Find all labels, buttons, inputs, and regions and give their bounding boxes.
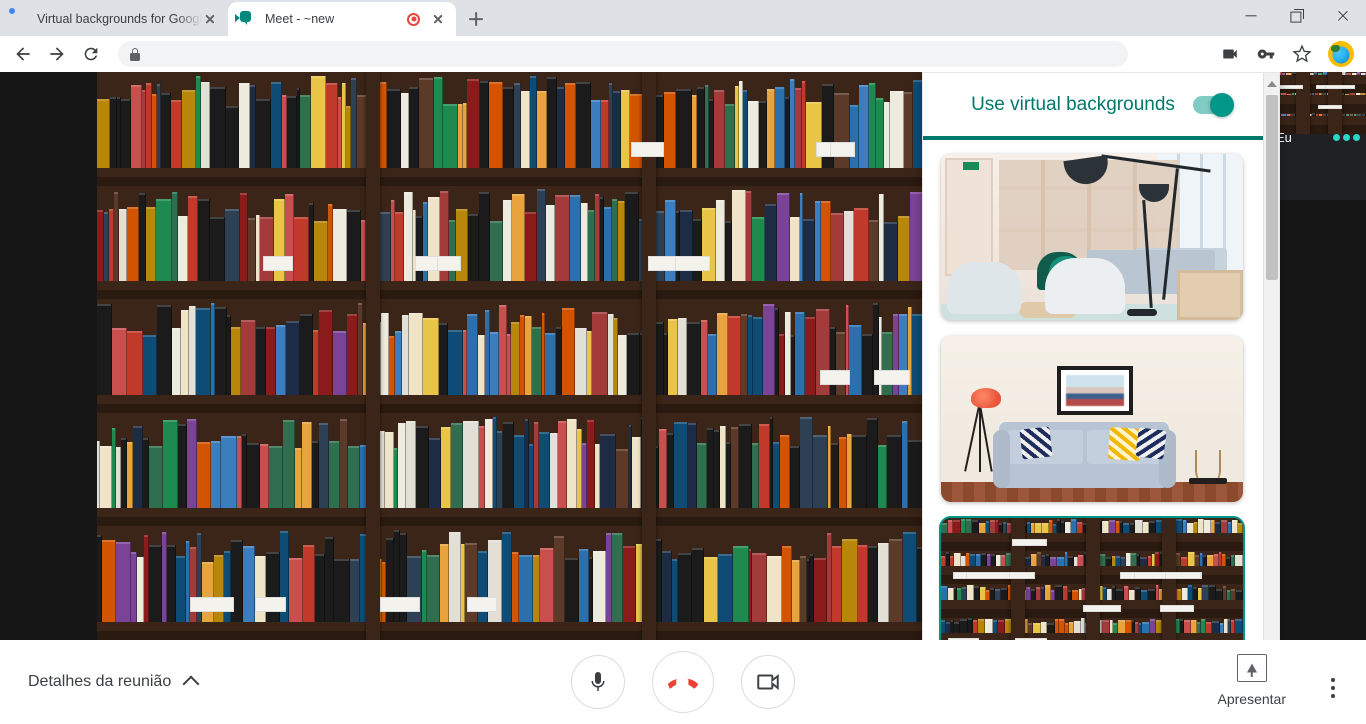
meet-video-stage: Eu Use virtual backgrounds (0, 72, 1366, 674)
call-controls (571, 651, 795, 713)
tab-strip: Virtual backgrounds for Google M Meet - … (0, 0, 1366, 36)
chevron-up-icon (182, 675, 200, 693)
panel-scrollbar[interactable] (1263, 73, 1279, 673)
audio-indicator-icon (1333, 134, 1360, 141)
meet-page: Eu Use virtual backgrounds Detalhes da r… (0, 72, 1366, 724)
toolbar-actions (1212, 39, 1358, 69)
panel-title: Use virtual backgrounds (971, 93, 1175, 115)
present-label: Apresentar (1217, 691, 1286, 707)
address-bar[interactable] (118, 41, 1128, 67)
microphone-icon (591, 672, 605, 691)
forward-arrow-icon[interactable] (42, 39, 72, 69)
window-controls (1228, 0, 1366, 36)
background-thumbnail-list[interactable] (923, 144, 1279, 673)
background-option-living-room[interactable] (941, 336, 1243, 502)
tab-title: Meet - ~new (265, 12, 335, 26)
close-window-icon[interactable] (1320, 0, 1366, 32)
background-option-office-lounge[interactable] (941, 154, 1243, 320)
back-arrow-icon[interactable] (8, 39, 38, 69)
present-button[interactable]: Apresentar (1218, 654, 1286, 707)
new-tab-button[interactable] (462, 5, 490, 33)
key-icon[interactable] (1251, 39, 1281, 69)
minimize-icon[interactable] (1228, 0, 1274, 32)
browser-toolbar (0, 36, 1366, 72)
tab-virtual-backgrounds[interactable]: Virtual backgrounds for Google M (0, 2, 228, 36)
camera-button[interactable] (741, 655, 795, 709)
virtual-backgrounds-header: Use virtual backgrounds (923, 73, 1279, 140)
use-virtual-backgrounds-toggle[interactable] (1192, 92, 1234, 117)
scrollbar-thumb[interactable] (1266, 95, 1278, 280)
lock-icon (130, 47, 140, 61)
tab-close-icon[interactable] (430, 11, 446, 27)
video-camera-icon[interactable] (1215, 39, 1245, 69)
tab-close-icon[interactable] (202, 11, 218, 27)
self-view-tile[interactable]: Eu (1270, 72, 1366, 200)
virtual-backgrounds-panel: Use virtual backgrounds (922, 72, 1280, 674)
tab-title: Virtual backgrounds for Google M (37, 12, 202, 26)
present-screen-icon (1236, 654, 1267, 682)
meet-bottom-bar: Detalhes da reunião Apresentar (0, 640, 1366, 724)
phone-hangup-icon (668, 678, 698, 689)
profile-avatar[interactable] (1328, 41, 1354, 67)
main-video-tile[interactable] (97, 72, 923, 640)
scroll-up-arrow-icon[interactable] (1266, 81, 1277, 87)
google-meet-icon (235, 11, 256, 27)
recording-indicator-icon (407, 12, 420, 26)
microphone-button[interactable] (571, 655, 625, 709)
maximize-icon[interactable] (1274, 0, 1320, 32)
chrome-icon (12, 11, 28, 27)
bookmark-star-icon[interactable] (1287, 39, 1317, 69)
meeting-details-label: Detalhes da reunião (28, 673, 172, 690)
tab-meet[interactable]: Meet - ~new (228, 2, 456, 36)
more-vertical-icon[interactable] (1322, 678, 1344, 700)
hangup-button[interactable] (652, 651, 714, 713)
browser-window: Virtual backgrounds for Google M Meet - … (0, 0, 1366, 724)
reload-icon[interactable] (76, 39, 106, 69)
meeting-details-button[interactable]: Detalhes da reunião (28, 673, 200, 693)
video-camera-icon (757, 674, 779, 690)
